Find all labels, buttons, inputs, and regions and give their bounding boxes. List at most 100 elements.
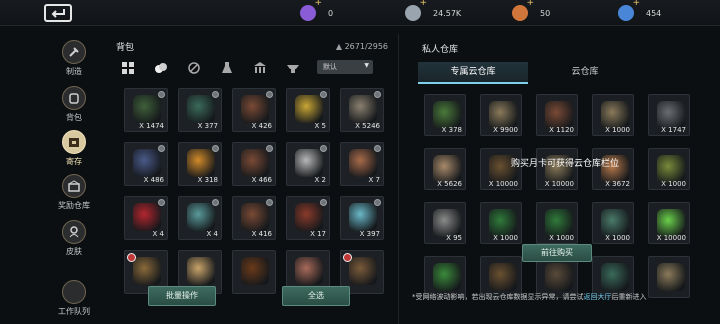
sidebar-item-backpack[interactable]: 背包 bbox=[44, 84, 104, 134]
item-slot[interactable] bbox=[232, 250, 276, 294]
item-slot[interactable]: X 2 bbox=[286, 142, 330, 186]
blue-crystal-icon bbox=[618, 0, 640, 21]
notice-text-suffix: 后重新进入 bbox=[611, 293, 647, 301]
bag-capacity: ▲ 2671/2956 bbox=[336, 42, 388, 51]
lock-pin-icon bbox=[374, 91, 381, 98]
item-slot[interactable]: X 486 bbox=[124, 142, 168, 186]
sidebar-item-reward-storage[interactable]: 奖励仓库 bbox=[44, 172, 104, 222]
item-icon bbox=[601, 263, 629, 291]
sidebar-item-craft[interactable]: 制造 bbox=[44, 38, 104, 88]
item-icon bbox=[133, 149, 161, 177]
work-queue-icon bbox=[62, 280, 86, 304]
item-quantity: X 1000 bbox=[493, 234, 518, 242]
item-icon bbox=[241, 95, 269, 123]
anvil-icon[interactable] bbox=[285, 60, 301, 76]
lock-pin-icon bbox=[374, 145, 381, 152]
lock-pin-icon bbox=[374, 199, 381, 206]
currency-value: 454 bbox=[646, 8, 662, 18]
currency-blue-crystal[interactable]: 454 bbox=[618, 0, 662, 22]
item-quantity: X 486 bbox=[143, 176, 164, 184]
item-slot[interactable]: X 377 bbox=[178, 88, 222, 132]
sidebar-item-label: 制造 bbox=[66, 67, 82, 76]
item-quantity: X 5626 bbox=[437, 180, 462, 188]
item-icon bbox=[133, 257, 161, 285]
storage-icon bbox=[62, 130, 86, 154]
item-slot[interactable]: X 4 bbox=[178, 196, 222, 240]
panel-divider bbox=[398, 34, 399, 324]
item-icon bbox=[349, 257, 377, 285]
item-slot[interactable]: X 5246 bbox=[340, 88, 384, 132]
work-queue-button[interactable]: 工作队列 bbox=[44, 280, 104, 320]
network-notice: *受网络波动影响，若出现云仓库数据显示异常，请尝试返回大厅后重新进入 bbox=[412, 292, 714, 302]
item-slot[interactable]: X 1474 bbox=[124, 88, 168, 132]
silver-coin-icon bbox=[405, 0, 427, 21]
sort-dropdown[interactable]: 默认 bbox=[317, 60, 373, 74]
flask-icon[interactable] bbox=[219, 60, 235, 76]
item-icon bbox=[295, 257, 323, 285]
item-icon bbox=[133, 95, 161, 123]
item-quantity: X 1747 bbox=[661, 126, 686, 134]
item-quantity: X 318 bbox=[197, 176, 218, 184]
item-icon bbox=[187, 203, 215, 231]
item-slot[interactable]: X 1000 bbox=[480, 202, 522, 244]
batch-operation-button[interactable]: 批量操作 bbox=[148, 286, 216, 306]
item-slot[interactable]: X 1000 bbox=[592, 202, 634, 244]
item-icon bbox=[601, 209, 629, 237]
item-slot[interactable]: X 17 bbox=[286, 196, 330, 240]
item-icon bbox=[295, 95, 323, 123]
go-buy-button[interactable]: 前往购买 bbox=[522, 244, 592, 262]
item-slot[interactable]: X 466 bbox=[232, 142, 276, 186]
item-icon bbox=[187, 95, 215, 123]
item-slot[interactable]: X 5 bbox=[286, 88, 330, 132]
item-slot[interactable]: X 397 bbox=[340, 196, 384, 240]
all-grid-icon[interactable] bbox=[120, 60, 136, 76]
item-slot[interactable]: X 1000 bbox=[536, 202, 578, 244]
item-slot[interactable]: X 4 bbox=[124, 196, 168, 240]
item-quantity: X 17 bbox=[310, 230, 326, 238]
currency-copper-coin[interactable]: 50 bbox=[512, 0, 550, 22]
sidebar-item-label: 奖励仓库 bbox=[58, 201, 90, 210]
item-quantity: X 466 bbox=[251, 176, 272, 184]
item-slot[interactable]: X 7 bbox=[340, 142, 384, 186]
item-icon bbox=[489, 209, 517, 237]
item-quantity: X 3672 bbox=[605, 180, 630, 188]
sidebar-item-storage[interactable]: 寄存 bbox=[44, 128, 104, 178]
lock-pin-icon bbox=[320, 199, 327, 206]
item-slot[interactable]: X 1747 bbox=[648, 94, 690, 136]
item-icon bbox=[295, 149, 323, 177]
currency-purple-gem[interactable]: 0 bbox=[300, 0, 333, 22]
select-all-button[interactable]: 全选 bbox=[282, 286, 350, 306]
bag-capacity-value: 2671/2956 bbox=[344, 42, 388, 51]
sidebar-item-skin[interactable]: 皮肤 bbox=[44, 218, 104, 268]
currency-silver-coin[interactable]: 24.57K bbox=[405, 0, 461, 22]
no-weapon-icon[interactable] bbox=[186, 60, 202, 76]
item-slot[interactable]: X 9900 bbox=[480, 94, 522, 136]
tab-cloud-warehouse[interactable]: 云仓库 bbox=[530, 62, 640, 84]
item-slot[interactable]: X 95 bbox=[424, 202, 466, 244]
weight-icon: ▲ bbox=[335, 42, 345, 51]
item-slot[interactable]: X 318 bbox=[178, 142, 222, 186]
building-icon[interactable] bbox=[252, 60, 268, 76]
locked-slots-message: 购买月卡可获得云仓库栏位 bbox=[510, 159, 619, 169]
item-slot[interactable]: X 426 bbox=[232, 88, 276, 132]
hammer-icon bbox=[62, 40, 86, 64]
tab-exclusive-cloud-warehouse[interactable]: 专属云仓库 bbox=[418, 62, 528, 84]
item-quantity: X 1000 bbox=[605, 234, 630, 242]
item-slot[interactable]: X 378 bbox=[424, 94, 466, 136]
item-slot[interactable]: X 1000 bbox=[592, 94, 634, 136]
item-slot[interactable]: X 416 bbox=[232, 196, 276, 240]
top-bar: 0 24.57K 50 454 bbox=[0, 0, 720, 26]
item-quantity: X 2 bbox=[314, 176, 326, 184]
item-quantity: X 9900 bbox=[493, 126, 518, 134]
item-icon bbox=[433, 209, 461, 237]
item-slot[interactable]: X 1120 bbox=[536, 94, 578, 136]
lock-pin-icon bbox=[158, 199, 165, 206]
item-quantity: X 378 bbox=[441, 126, 462, 134]
item-slot[interactable]: X 10000 bbox=[648, 202, 690, 244]
red-badge-icon bbox=[343, 253, 352, 262]
lock-pin-icon bbox=[158, 91, 165, 98]
materials-icon[interactable] bbox=[153, 60, 169, 76]
item-icon bbox=[349, 95, 377, 123]
return-lobby-link[interactable]: 返回大厅 bbox=[584, 293, 612, 301]
back-button[interactable] bbox=[44, 4, 72, 22]
